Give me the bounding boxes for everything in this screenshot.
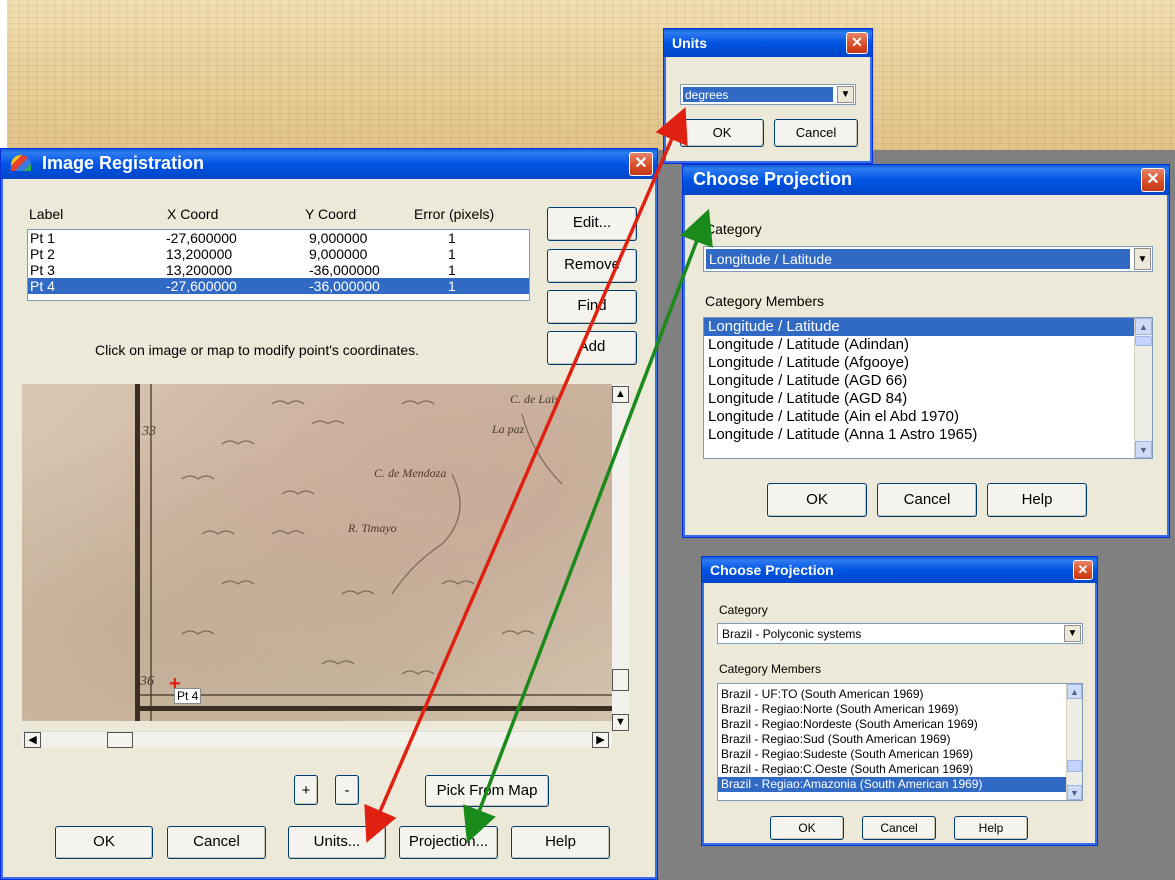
scroll-thumb[interactable] (1135, 336, 1152, 346)
zoom-in-button[interactable]: + (294, 775, 318, 805)
column-header-label: Label (29, 206, 64, 222)
scroll-thumb[interactable] (1067, 760, 1082, 772)
hint-text: Click on image or map to modify point's … (95, 342, 420, 358)
map-vertical-scrollbar[interactable]: ▲ ▼ (612, 384, 629, 731)
list-item[interactable]: Brazil - Regiao:Sud (South American 1969… (718, 732, 1082, 747)
category-select-value: Longitude / Latitude (706, 249, 1130, 269)
app-icon (11, 155, 31, 171)
map-horizontal-scrollbar[interactable]: ◀ ▶ (22, 731, 612, 748)
units-titlebar[interactable]: Units ✕ (664, 29, 872, 57)
category-label: Category (705, 221, 762, 237)
members2-list[interactable]: Brazil - UF:TO (South American 1969) Bra… (717, 683, 1083, 801)
list-item[interactable]: Brazil - UF:TO (South American 1969) (718, 687, 1082, 702)
category2-label: Category (719, 603, 768, 617)
units-title: Units (672, 35, 707, 51)
column-header-y: Y Coord (305, 206, 357, 222)
members-scrollbar[interactable]: ▲ ▼ (1134, 318, 1152, 458)
pick-from-map-button[interactable]: Pick From Map (425, 775, 549, 807)
map-sketch-marks (181, 400, 563, 675)
table-row[interactable]: Pt 3 13,200000 -36,000000 1 (28, 262, 529, 278)
chevron-down-icon[interactable]: ▼ (1134, 248, 1151, 270)
projection2-titlebar[interactable]: Choose Projection ✕ (702, 557, 1097, 583)
category-select[interactable]: Longitude / Latitude ▼ (703, 246, 1153, 272)
members-list[interactable]: Longitude / Latitude Longitude / Latitud… (703, 317, 1153, 459)
table-row-selected[interactable]: Pt 4 -27,600000 -36,000000 1 (28, 278, 529, 294)
list-item[interactable]: Longitude / Latitude (Anna 1 Astro 1965) (704, 426, 1152, 444)
members2-label: Category Members (719, 662, 822, 676)
list-item[interactable]: Brazil - Regiao:Nordeste (South American… (718, 717, 1082, 732)
column-header-x: X Coord (167, 206, 219, 222)
category2-select[interactable]: Brazil - Polyconic systems ▼ (717, 623, 1083, 644)
projection2-ok-button[interactable]: OK (770, 816, 844, 840)
members-label: Category Members (705, 293, 825, 309)
scroll-thumb[interactable] (612, 669, 629, 691)
find-button[interactable]: Find (547, 290, 637, 324)
table-row[interactable]: Pt 1 -27,600000 9,000000 1 (28, 230, 529, 246)
scroll-up-arrow-icon[interactable]: ▲ (612, 386, 629, 403)
units-ok-button[interactable]: OK (680, 119, 764, 147)
projection2-help-button[interactable]: Help (954, 816, 1028, 840)
category2-select-value: Brazil - Polyconic systems (722, 626, 862, 641)
scroll-up-arrow-icon[interactable]: ▲ (1067, 684, 1082, 699)
projection-ok-button[interactable]: OK (767, 483, 867, 517)
units-dialog: Units ✕ degrees ▼ OK Cancel (663, 28, 873, 164)
chevron-down-icon[interactable]: ▼ (837, 86, 854, 103)
chevron-down-icon[interactable]: ▼ (1064, 625, 1081, 642)
scroll-down-arrow-icon[interactable]: ▼ (1135, 441, 1152, 458)
parchment-background (0, 0, 1175, 150)
projection2-title: Choose Projection (710, 562, 834, 578)
list-item-selected[interactable]: Brazil - Regiao:Amazonia (South American… (718, 777, 1082, 792)
scroll-right-arrow-icon[interactable]: ▶ (592, 732, 609, 748)
projection-button[interactable]: Projection... (399, 826, 498, 859)
list-item[interactable]: Longitude / Latitude (Adindan) (704, 336, 1152, 354)
image-registration-titlebar[interactable]: Image Registration ✕ (1, 149, 657, 179)
point-4-marker-label: Pt 4 (174, 688, 202, 704)
image-registration-window: Image Registration ✕ Label X Coord Y Coo… (0, 148, 658, 880)
scroll-up-arrow-icon[interactable]: ▲ (1135, 318, 1152, 335)
projection2-cancel-button[interactable]: Cancel (862, 816, 936, 840)
projection-close-button[interactable]: ✕ (1141, 168, 1165, 192)
list-item[interactable]: Longitude / Latitude (AGD 84) (704, 390, 1152, 408)
remove-button[interactable]: Remove (547, 249, 637, 283)
units-button[interactable]: Units... (288, 826, 386, 859)
close-button[interactable]: ✕ (629, 152, 653, 176)
window-title: Image Registration (42, 153, 205, 173)
list-item-selected[interactable]: Longitude / Latitude (704, 318, 1152, 336)
scroll-down-arrow-icon[interactable]: ▼ (612, 714, 629, 731)
zoom-out-button[interactable]: - (335, 775, 359, 805)
cancel-button[interactable]: Cancel (167, 826, 266, 859)
list-item[interactable]: Longitude / Latitude (Afgooye) (704, 354, 1152, 372)
choose-projection-dialog-brazil: Choose Projection ✕ Category Brazil - Po… (701, 556, 1098, 846)
column-header-error: Error (pixels) (414, 206, 495, 222)
projection2-close-button[interactable]: ✕ (1073, 560, 1093, 580)
list-item[interactable]: Longitude / Latitude (Ain el Abd 1970) (704, 408, 1152, 426)
scroll-h-thumb[interactable] (107, 732, 133, 748)
projection-help-button[interactable]: Help (987, 483, 1087, 517)
list-item[interactable]: Longitude / Latitude (AGD 66) (704, 372, 1152, 390)
projection-title: Choose Projection (693, 169, 853, 189)
add-button[interactable]: Add (547, 331, 637, 365)
table-row[interactable]: Pt 2 13,200000 9,000000 1 (28, 246, 529, 262)
units-cancel-button[interactable]: Cancel (774, 119, 858, 147)
projection-cancel-button[interactable]: Cancel (877, 483, 977, 517)
units-select[interactable]: degrees ▼ (680, 84, 856, 105)
list-item[interactable]: Brazil - Regiao:C.Oeste (South American … (718, 762, 1082, 777)
units-select-value: degrees (683, 87, 833, 102)
ok-button[interactable]: OK (55, 826, 153, 859)
members2-scrollbar[interactable]: ▲ ▼ (1066, 684, 1082, 800)
projection-titlebar[interactable]: Choose Projection ✕ (683, 165, 1169, 195)
units-close-button[interactable]: ✕ (846, 32, 868, 54)
edit-button[interactable]: Edit... (547, 207, 637, 241)
list-item[interactable]: Brazil - Regiao:Norte (South American 19… (718, 702, 1082, 717)
choose-projection-dialog: Choose Projection ✕ Category Longitude /… (682, 164, 1170, 538)
scroll-left-arrow-icon[interactable]: ◀ (24, 732, 41, 748)
scroll-down-arrow-icon[interactable]: ▼ (1067, 785, 1082, 800)
map-image-view[interactable]: 33 36 C. de Lais La paz C. de Mendoza R.… (22, 384, 612, 721)
points-table[interactable]: Pt 1 -27,600000 9,000000 1 Pt 2 13,20000… (27, 229, 530, 301)
help-button[interactable]: Help (511, 826, 610, 859)
list-item[interactable]: Brazil - Regiao:Sudeste (South American … (718, 747, 1082, 762)
